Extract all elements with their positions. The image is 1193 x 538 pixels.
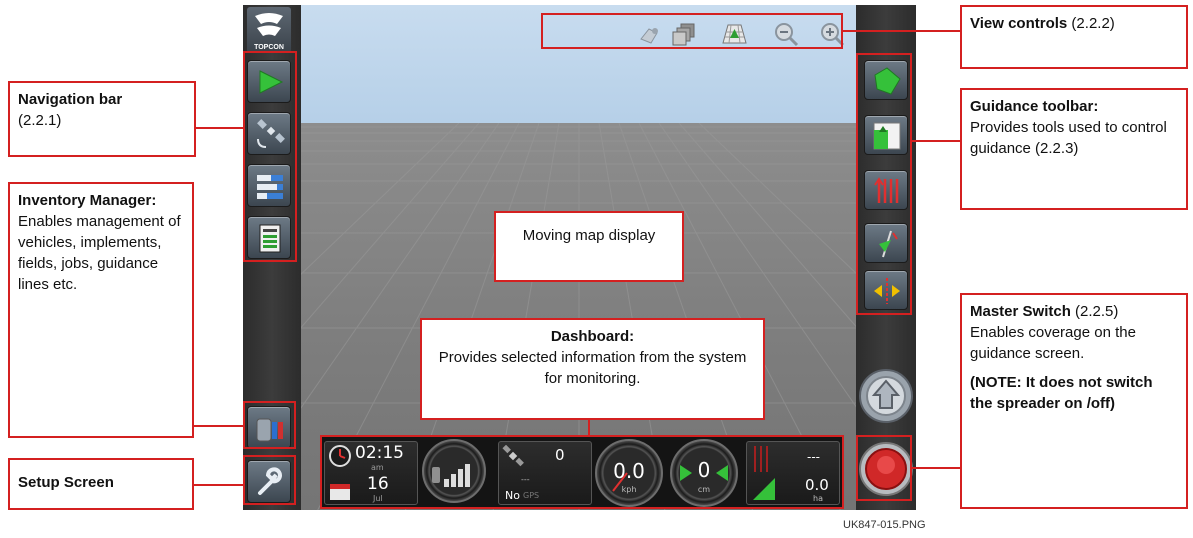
view-controls-connector [843, 30, 960, 32]
autosteer-button[interactable] [858, 368, 914, 424]
figure: TOPCON 02:15 am 16 Jul 0 --- No GPS 0.0 … [0, 0, 1193, 538]
master-switch-highlight [856, 435, 912, 501]
image-caption: UK847-015.PNG [843, 519, 926, 531]
moving-map-callout: Moving map display [494, 211, 684, 282]
guidance-toolbar-callout: Guidance toolbar: Provides tools used to… [960, 88, 1188, 210]
navigation-bar-ref: (2.2.1) [18, 112, 62, 129]
inventory-manager-title: Inventory Manager: [18, 192, 157, 209]
setup-screen-highlight [243, 455, 296, 505]
dashboard-body: Provides selected information from the s… [438, 349, 747, 387]
master-switch-ref: (2.2.5) [1070, 303, 1119, 320]
dashboard-title: Dashboard: [550, 328, 635, 345]
dashboard-highlight [320, 435, 844, 509]
view-controls-callout: View controls (2.2.2) [960, 5, 1188, 69]
guidance-toolbar-connector [912, 140, 960, 142]
master-switch-body: Enables coverage on the guidance screen. [970, 324, 1136, 362]
inventory-manager-callout: Inventory Manager: Enables management of… [8, 182, 194, 438]
navigation-bar-highlight [243, 51, 297, 262]
inventory-manager-body: Enables management of vehicles, implemen… [18, 213, 181, 293]
view-controls-title: View controls [970, 15, 1068, 32]
master-switch-connector [912, 467, 960, 469]
navigation-bar-callout: Navigation bar (2.2.1) [8, 81, 196, 157]
dashboard-connector [588, 420, 590, 435]
view-controls-highlight [541, 13, 843, 49]
topcon-logo-text: TOPCON [254, 44, 284, 51]
inventory-manager-connector [194, 425, 243, 427]
master-switch-title: Master Switch [970, 303, 1071, 320]
topcon-logo: TOPCON [247, 7, 291, 53]
setup-screen-callout: Setup Screen [8, 458, 194, 510]
guidance-toolbar-title: Guidance toolbar: [970, 98, 1099, 115]
guidance-toolbar-highlight [856, 53, 912, 315]
setup-screen-connector [194, 484, 243, 486]
dashboard-callout: Dashboard: Provides selected information… [420, 318, 765, 420]
guidance-toolbar-body: Provides tools used to control guidance … [970, 119, 1167, 157]
view-controls-ref: (2.2.2) [1067, 15, 1115, 32]
master-switch-note: (NOTE: It does not switch the spreader o… [970, 374, 1153, 412]
navigation-bar-connector [196, 127, 243, 129]
master-switch-callout: Master Switch (2.2.5) Enables coverage o… [960, 293, 1188, 509]
navigation-bar-title: Navigation bar [18, 91, 123, 108]
moving-map-body: Moving map display [522, 227, 656, 244]
setup-screen-title: Setup Screen [18, 474, 114, 491]
inventory-manager-highlight [243, 401, 296, 449]
topcon-mark-icon [255, 13, 283, 36]
